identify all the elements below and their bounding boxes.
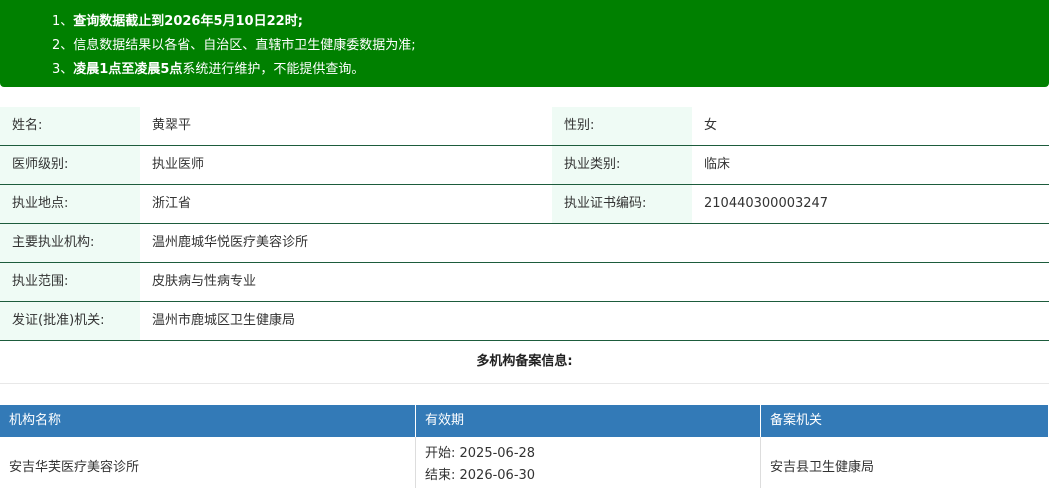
- location-value: 浙江省: [152, 196, 192, 211]
- table-row: 安吉华芙医疗美容诊所 开始: 2025-06-28 结束: 2026-06-30…: [0, 437, 1049, 488]
- notice-line-3-prefix: 3、: [52, 62, 74, 77]
- org-label: 主要执业机构:: [0, 224, 140, 262]
- cert-value: 210440300003247: [704, 196, 829, 211]
- column-header-period: 有效期: [416, 405, 761, 437]
- notice-line-1: 1、查询数据截止到2026年5月10日22时;: [52, 10, 1049, 34]
- notice-banner: 1、查询数据截止到2026年5月10日22时; 2、信息数据结果以各省、自治区、…: [0, 0, 1049, 87]
- gender-label: 性别:: [552, 107, 692, 145]
- org-name-cell: 安吉华芙医疗美容诊所: [0, 437, 416, 488]
- period-end: 结束: 2026-06-30: [425, 468, 536, 483]
- notice-line-1-prefix: 1、: [52, 14, 74, 29]
- org-value: 温州鹿城华悦医疗美容诊所: [152, 235, 309, 250]
- cert-label: 执业证书编码:: [552, 185, 692, 223]
- multi-org-header: 机构名称 有效期 备案机关: [0, 405, 1049, 437]
- notice-line-3-bold: 凌晨1点至凌晨5点: [73, 62, 183, 77]
- multi-org-table: 机构名称 有效期 备案机关 安吉华芙医疗美容诊所 开始: 2025-06-28 …: [0, 405, 1049, 488]
- column-header-org-name: 机构名称: [0, 405, 416, 437]
- info-row-level: 医师级别: 执业医师 执业类别: 临床: [0, 146, 1049, 185]
- period-cell: 开始: 2025-06-28 结束: 2026-06-30: [416, 437, 761, 488]
- notice-line-1-text: 查询数据截止到2026年5月10日22时;: [73, 14, 303, 29]
- category-label: 执业类别:: [552, 146, 692, 184]
- scope-value: 皮肤病与性病专业: [152, 274, 257, 289]
- multi-org-title: 多机构备案信息:: [0, 342, 1049, 384]
- scope-label: 执业范围:: [0, 263, 140, 301]
- name-label: 姓名:: [0, 107, 140, 145]
- info-row-org: 主要执业机构: 温州鹿城华悦医疗美容诊所: [0, 224, 1049, 263]
- location-label: 执业地点:: [0, 185, 140, 223]
- info-row-location: 执业地点: 浙江省 执业证书编码: 210440300003247: [0, 185, 1049, 224]
- doctor-info-table: 姓名: 黄翠平 性别: 女 医师级别: 执业医师 执业类别: 临床 执业地点: …: [0, 107, 1049, 341]
- category-value: 临床: [704, 157, 731, 172]
- notice-line-3-suffix: 系统进行维护，不能提供查询。: [182, 62, 365, 77]
- notice-line-3: 3、凌晨1点至凌晨5点系统进行维护，不能提供查询。: [52, 58, 1049, 82]
- level-value: 执业医师: [152, 157, 205, 172]
- info-row-scope: 执业范围: 皮肤病与性病专业: [0, 263, 1049, 302]
- name-value: 黄翠平: [152, 118, 192, 133]
- column-header-authority: 备案机关: [761, 405, 1049, 437]
- info-row-name: 姓名: 黄翠平 性别: 女: [0, 107, 1049, 146]
- info-row-issuer: 发证(批准)机关: 温州市鹿城区卫生健康局: [0, 302, 1049, 341]
- notice-line-2: 2、信息数据结果以各省、自治区、直辖市卫生健康委数据为准;: [52, 38, 416, 53]
- issuer-label: 发证(批准)机关:: [0, 302, 140, 340]
- issuer-value: 温州市鹿城区卫生健康局: [152, 313, 296, 328]
- period-start: 开始: 2025-06-28: [425, 446, 536, 461]
- level-label: 医师级别:: [0, 146, 140, 184]
- authority-cell: 安吉县卫生健康局: [770, 459, 875, 475]
- gender-value: 女: [704, 118, 718, 133]
